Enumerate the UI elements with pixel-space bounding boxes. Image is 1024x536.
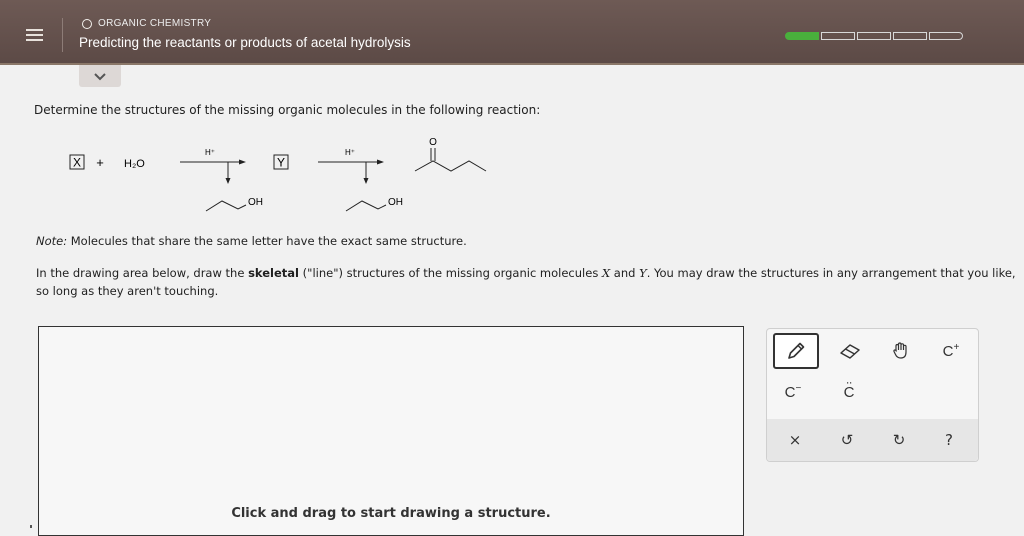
catalyst-label-2: H⁺ (345, 148, 355, 157)
arrowhead-icon (239, 159, 246, 165)
hand-tool[interactable] (883, 335, 919, 367)
carbocation-tool[interactable]: C+ (933, 335, 969, 367)
topic-circle-icon (82, 18, 92, 29)
note-label: Note: (36, 234, 68, 248)
pencil-icon (788, 342, 805, 359)
close-icon: × (788, 431, 802, 449)
page-title: Predicting the reactants or products of … (79, 35, 411, 50)
reaction-scheme: X + H₂O H⁺ OH Y H⁺ OH O (69, 137, 487, 212)
carbanion-icon: C− (784, 383, 802, 401)
progress-bar (785, 32, 965, 40)
carbocation-icon: C+ (942, 342, 960, 360)
drawing-canvas[interactable]: Click and drag to start drawing a struct… (38, 326, 744, 536)
carbene-icon: C ·· (843, 374, 855, 401)
progress-segment (857, 32, 891, 40)
ethanol-skeleton-1 (205, 200, 247, 212)
eraser-icon (840, 344, 860, 359)
progress-segment (929, 32, 963, 40)
reactant-x-label: X (73, 156, 81, 170)
reagent-oh-1: OH (248, 197, 263, 208)
menu-icon-line (26, 29, 43, 31)
redo-button[interactable]: ↻ (883, 425, 915, 455)
header-bar: ORGANIC CHEMISTRY Predicting the reactan… (0, 0, 1024, 65)
arrowhead-icon (225, 178, 231, 184)
drawing-toolbox: C+ C− C ·· × ↺ ↻ ? (766, 328, 979, 462)
chevron-down-icon (94, 72, 106, 80)
progress-segment (821, 32, 855, 40)
help-icon: ? (945, 431, 953, 449)
arrowhead-icon (377, 159, 384, 165)
ketone-skeleton (414, 160, 487, 172)
intermediate-y-label: Y (277, 156, 285, 170)
reagent-oh-2: OH (388, 197, 403, 208)
pencil-tool[interactable] (773, 333, 819, 369)
hand-icon (893, 342, 907, 359)
water-label: H₂O (124, 158, 145, 170)
instructions-text: ("line") structures of the missing organ… (299, 266, 602, 280)
catalyst-label-1: H⁺ (205, 148, 215, 157)
ethanol-skeleton-2 (345, 200, 387, 212)
plus-sign: + (96, 155, 104, 170)
instructions-bold: skeletal (248, 266, 300, 280)
question-prompt: Determine the structures of the missing … (34, 103, 541, 117)
canvas-hint: Click and drag to start drawing a struct… (231, 506, 551, 521)
instructions-text: In the drawing area below, draw the (36, 266, 249, 280)
edge-mark (30, 525, 32, 528)
redo-icon: ↻ (892, 431, 906, 449)
instructions: In the drawing area below, draw the skel… (36, 264, 1024, 300)
note: Note: Molecules that share the same lett… (36, 234, 467, 248)
progress-segment (893, 32, 927, 40)
toolbox-footer: × ↺ ↻ ? (767, 419, 978, 461)
carbanion-tool[interactable]: C− (775, 377, 811, 407)
topic-label: ORGANIC CHEMISTRY (98, 18, 212, 29)
undo-button[interactable]: ↺ (831, 425, 863, 455)
collapse-button[interactable] (79, 65, 121, 87)
progress-segment (785, 32, 819, 40)
instructions-text: and (610, 266, 640, 280)
topic-row: ORGANIC CHEMISTRY (82, 18, 211, 29)
note-text: Molecules that share the same letter hav… (67, 234, 467, 248)
arrowhead-icon (363, 178, 369, 184)
undo-icon: ↺ (840, 431, 854, 449)
eraser-tool[interactable] (831, 335, 869, 367)
menu-icon-line (26, 39, 43, 41)
clear-button[interactable]: × (779, 425, 811, 455)
menu-icon-line (26, 34, 43, 36)
variable-x: X (601, 266, 611, 280)
variable-y: Y (639, 266, 647, 280)
carbonyl-oxygen-label: O (429, 137, 437, 148)
help-button[interactable]: ? (933, 425, 965, 455)
carbene-tool[interactable]: C ·· (831, 374, 867, 407)
menu-button[interactable] (14, 18, 63, 52)
